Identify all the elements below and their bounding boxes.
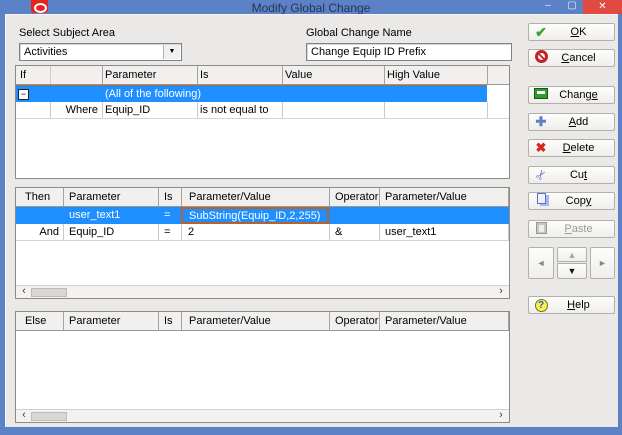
col-parameter-value-2: Parameter/Value xyxy=(385,315,467,327)
scroll-right-icon[interactable]: › xyxy=(495,410,507,422)
scrollbar-thumb[interactable] xyxy=(31,288,67,297)
change-button[interactable]: Change xyxy=(528,86,615,104)
chevron-down-icon[interactable]: ▼ xyxy=(163,45,180,59)
arrow-right-icon: ► xyxy=(598,258,607,268)
col-parameter-value: Parameter/Value xyxy=(189,191,271,203)
arrow-up-icon: ▲ xyxy=(567,250,577,260)
cut-button[interactable]: ✂ Cut xyxy=(528,166,615,184)
maximize-button[interactable]: ▢ xyxy=(562,0,582,13)
move-down-button[interactable]: ▼ xyxy=(557,263,587,279)
col-parameter: Parameter xyxy=(69,315,121,327)
arrow-down-icon: ▼ xyxy=(567,266,577,276)
paste-button: Paste xyxy=(528,220,615,238)
then-row-parameter: Equip_ID xyxy=(69,226,115,238)
modify-global-change-window: Modify Global Change – ▢ ✕ Select Subjec… xyxy=(0,0,622,435)
plus-icon: ✚ xyxy=(535,114,547,129)
delete-button[interactable]: ✖ Delete xyxy=(528,139,615,157)
title-bar: Modify Global Change – ▢ ✕ xyxy=(0,0,622,15)
move-left-button: ◄ xyxy=(528,247,554,279)
then-row-parameter: user_text1 xyxy=(69,209,121,221)
x-icon: ✖ xyxy=(535,140,547,155)
col-operator: Operator xyxy=(335,191,379,203)
then-horizontal-scrollbar[interactable]: ‹ › xyxy=(16,285,509,298)
then-row-equip-id[interactable]: And Equip_ID = 2 & user_text1 xyxy=(16,224,509,241)
if-row-parameter: (All of the following) xyxy=(105,88,201,100)
change-name-input[interactable]: Change Equip ID Prefix xyxy=(306,43,512,61)
help-button[interactable]: ? Help xyxy=(528,296,615,314)
col-parameter: Parameter xyxy=(69,191,121,203)
close-button[interactable]: ✕ xyxy=(583,0,622,14)
minimize-button[interactable]: – xyxy=(538,0,558,13)
collapse-icon[interactable]: − xyxy=(18,89,29,100)
subject-area-combobox[interactable]: Activities ▼ xyxy=(19,43,182,61)
else-grid: Else Parameter Is Parameter/Value Operat… xyxy=(15,311,510,423)
col-high-value: High Value xyxy=(387,69,440,81)
subject-area-value: Activities xyxy=(24,46,68,58)
copy-button[interactable]: Copy xyxy=(528,192,615,210)
copy-icon xyxy=(536,193,546,204)
then-row-value: 2 xyxy=(188,226,195,238)
change-name-label: Global Change Name xyxy=(306,27,412,39)
change-icon xyxy=(534,88,548,99)
col-is: Is xyxy=(200,69,209,81)
if-row-parameter: Equip_ID xyxy=(105,104,151,116)
focused-cell[interactable]: SubString(Equip_ID,2,255) xyxy=(181,207,329,224)
scroll-left-icon[interactable]: ‹ xyxy=(18,286,30,298)
cancel-button[interactable]: Cancel xyxy=(528,49,615,67)
move-right-button: ► xyxy=(590,247,615,279)
col-value: Value xyxy=(285,69,313,81)
if-row-where[interactable]: Where Equip_ID is not equal to xyxy=(16,102,509,119)
else-horizontal-scrollbar[interactable]: ‹ › xyxy=(16,409,509,422)
col-then: Then xyxy=(25,191,51,203)
add-button[interactable]: ✚ Add xyxy=(528,113,615,131)
change-name-value: Change Equip ID Prefix xyxy=(311,46,426,58)
scrollbar-thumb[interactable] xyxy=(31,412,67,421)
col-else: Else xyxy=(25,315,47,327)
col-parameter: Parameter xyxy=(105,69,157,81)
if-grid: If Parameter Is Value High Value − (All … xyxy=(15,65,510,179)
clipboard-icon xyxy=(535,221,547,234)
then-row-value: SubString(Equip_ID,2,255) xyxy=(189,210,321,222)
move-up-button: ▲ xyxy=(557,247,587,262)
no-entry-icon xyxy=(534,50,548,63)
if-row-is: is not equal to xyxy=(200,104,269,116)
then-row-is: = xyxy=(164,209,171,221)
arrow-left-icon: ◄ xyxy=(536,258,546,268)
col-is: Is xyxy=(164,191,173,203)
scroll-right-icon[interactable]: › xyxy=(495,286,507,298)
then-row-value-2: user_text1 xyxy=(385,226,437,238)
then-grid: Then Parameter Is Parameter/Value Operat… xyxy=(15,187,510,299)
col-parameter-value: Parameter/Value xyxy=(189,315,271,327)
scissors-icon: ✂ xyxy=(531,165,550,184)
where-label: Where xyxy=(65,104,98,116)
then-row-user-text1[interactable]: user_text1 = SubString(Equip_ID,2,255) xyxy=(16,207,509,224)
then-grid-header: Then Parameter Is Parameter/Value Operat… xyxy=(16,188,509,207)
col-is: Is xyxy=(164,315,173,327)
col-if: If xyxy=(20,69,27,81)
scroll-left-icon[interactable]: ‹ xyxy=(18,410,30,422)
col-operator: Operator xyxy=(335,315,379,327)
if-row-all-of-following[interactable]: − (All of the following) xyxy=(16,85,487,102)
else-grid-header: Else Parameter Is Parameter/Value Operat… xyxy=(16,312,509,331)
dialog-body: Select Subject Area Activities ▼ Global … xyxy=(5,14,618,427)
and-label: And xyxy=(39,226,59,238)
check-icon: ✔ xyxy=(535,23,547,40)
col-parameter-value-2: Parameter/Value xyxy=(385,191,467,203)
then-row-operator: & xyxy=(335,226,343,238)
ok-button[interactable]: ✔ OK xyxy=(528,23,615,41)
then-row-is: = xyxy=(164,226,171,238)
if-grid-header: If Parameter Is Value High Value xyxy=(16,66,509,85)
subject-area-label: Select Subject Area xyxy=(19,27,116,39)
help-icon: ? xyxy=(534,298,548,312)
